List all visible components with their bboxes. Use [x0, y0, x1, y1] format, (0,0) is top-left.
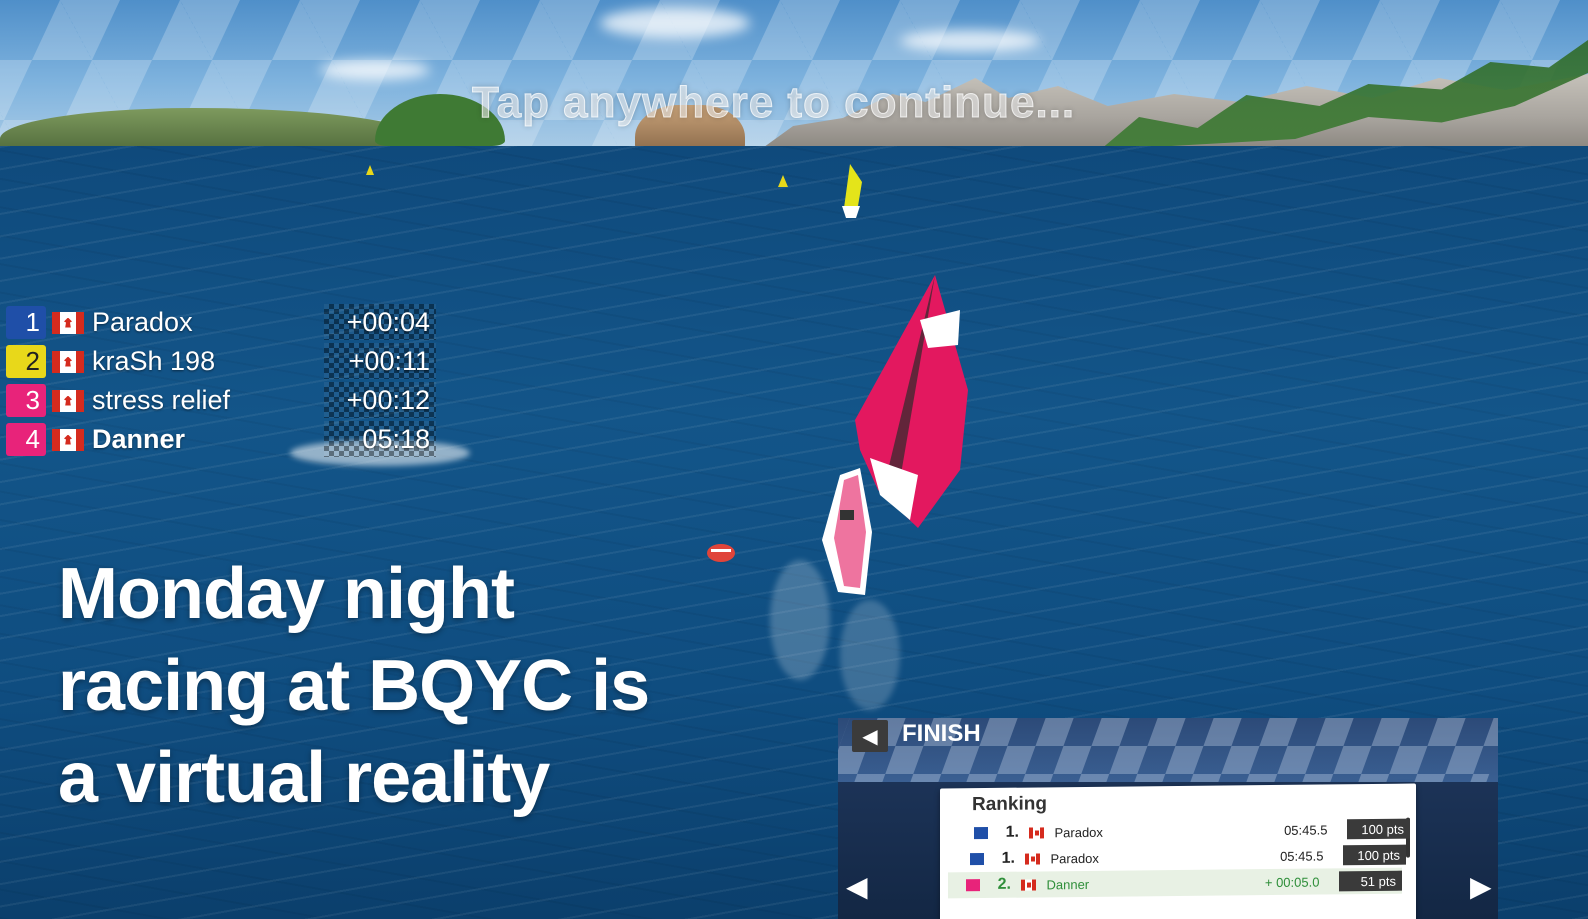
leaderboard-row-player: 4 Danner 05:18 [6, 420, 436, 459]
headline-line: a virtual reality [58, 738, 550, 818]
rank-position: 1. [1001, 849, 1015, 867]
rank-time: + 00:05.0 [1264, 874, 1320, 890]
position-badge: 2 [6, 345, 46, 378]
rank-position: 1. [1005, 823, 1019, 841]
race-buoy [366, 165, 374, 175]
leaderboard-row: 3 stress relief +00:12 [6, 381, 436, 420]
ranking-card: Ranking 1. Paradox 05:45.5 100 pts 1. Pa… [940, 783, 1416, 919]
position-badge: 3 [6, 384, 46, 417]
rank-name: Paradox [1054, 824, 1103, 840]
ranking-row-player[interactable]: 2. Danner + 00:05.0 51 pts [948, 867, 1402, 899]
tap-to-continue-prompt[interactable]: Tap anywhere to continue... [471, 78, 1075, 128]
racer-time: +00:11 [348, 346, 430, 376]
finish-title: FINISH [902, 720, 981, 747]
racer-time: +00:12 [346, 385, 430, 415]
canada-flag-icon [1020, 878, 1037, 891]
yellow-sailboat [842, 164, 862, 218]
ranking-title: Ranking [972, 793, 1047, 816]
boat-wake [840, 600, 900, 710]
canada-flag-icon [1024, 852, 1041, 865]
cloud [600, 8, 750, 38]
position-badge: 4 [6, 423, 46, 456]
boat-color-swatch [970, 853, 984, 866]
headline: Monday night racing at BQYC is a virtual… [58, 548, 698, 824]
position-badge: 1 [6, 306, 46, 339]
rank-time: 05:45.5 [1280, 847, 1324, 864]
race-leaderboard: 1 Paradox +00:04 2 kraSh 198 +00:11 3 st… [6, 303, 436, 459]
cloud [900, 30, 1040, 52]
rank-name: Paradox [1050, 850, 1099, 866]
orange-buoy [707, 544, 735, 562]
canada-flag-icon [52, 428, 84, 451]
leaderboard-row: 1 Paradox +00:04 [6, 303, 436, 342]
back-arrow-icon: ◀ [862, 725, 878, 748]
rank-position: 2. [997, 875, 1011, 893]
rank-time: 05:45.5 [1284, 821, 1328, 838]
racer-name: kraSh 198 [92, 346, 216, 376]
previous-arrow-button[interactable]: ◀ [846, 870, 868, 903]
racer-name: Danner [92, 424, 186, 454]
leaderboard-row: 2 kraSh 198 +00:11 [6, 342, 436, 381]
headline-line: Monday night [58, 554, 515, 634]
rank-points: 100 pts [1347, 818, 1410, 840]
back-button[interactable]: ◀ [852, 720, 888, 752]
racer-name: stress relief [92, 385, 231, 415]
canada-flag-icon [52, 389, 84, 412]
next-arrow-button[interactable]: ▶ [1470, 870, 1492, 903]
cloud [320, 60, 430, 80]
racer-time: +00:04 [346, 307, 430, 337]
rank-points: 100 pts [1343, 844, 1406, 866]
racer-name: Paradox [92, 307, 193, 337]
boat-color-swatch [966, 879, 980, 892]
canada-flag-icon [52, 350, 84, 373]
rank-points: 51 pts [1339, 870, 1402, 892]
headline-line: racing at BQYC is [58, 646, 650, 726]
boat-color-swatch [974, 826, 988, 840]
finish-panel: ◀ FINISH ◀ ▶ Ranking 1. Paradox 05:45.5 … [838, 718, 1498, 919]
canada-flag-icon [52, 311, 84, 334]
canada-flag-icon [1028, 826, 1045, 839]
rank-name: Danner [1046, 876, 1090, 892]
race-buoy [778, 175, 788, 187]
racer-time: 05:18 [362, 424, 430, 454]
pink-sailboat [822, 275, 968, 595]
